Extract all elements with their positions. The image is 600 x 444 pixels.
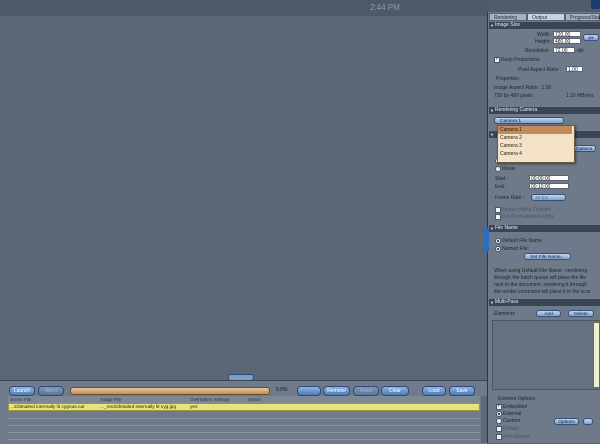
default-file-name-radio[interactable]: [495, 238, 501, 244]
add-element-button[interactable]: Add: [536, 310, 561, 317]
unit-select[interactable]: px: [583, 34, 599, 41]
abort-button[interactable]: Abort: [38, 386, 64, 396]
custom-label: Custom: [503, 418, 521, 424]
frame-rate-label: Frame Rate :: [495, 195, 525, 201]
image-mbytes: 1.32 MBytes: [566, 93, 594, 99]
section-rendering-camera[interactable]: Rendering Camera: [489, 107, 600, 114]
default-label: Default: [503, 426, 519, 432]
pixel-aspect-field[interactable]: 1.00: [566, 66, 583, 73]
element-options-button[interactable]: Options: [554, 418, 579, 425]
reset-button[interactable]: Reset: [353, 386, 379, 396]
queue-table-header: [8, 396, 480, 403]
clear-button[interactable]: Clear: [381, 386, 409, 396]
end-field[interactable]: 00:10:00: [529, 183, 569, 190]
load-button[interactable]: Load: [422, 386, 446, 396]
keep-proportions-checkbox[interactable]: [494, 56, 500, 63]
keep-proportions-label: Keep Proportions: [501, 57, 540, 63]
grid-line: [8, 432, 480, 433]
custom-radio[interactable]: [496, 418, 502, 424]
premultiplied-label: Use Premultiplied Alpha: [501, 214, 555, 220]
elements-list[interactable]: [492, 320, 600, 390]
pixel-aspect-label: Pixel Aspect Ratio :: [518, 67, 562, 73]
anti-aliased-checkbox[interactable]: [496, 434, 502, 440]
embedded-checkbox[interactable]: [496, 403, 502, 410]
default-file-name-label: Default File Name: [502, 238, 543, 244]
grid-line: [8, 425, 480, 426]
delete-element-button[interactable]: Delete: [568, 310, 594, 317]
movie-label: Movie: [502, 166, 516, 172]
camera-option-2[interactable]: Camera 2: [500, 135, 522, 141]
height-label: Height :: [535, 39, 553, 45]
image-aspect-ratio: Image Aspect Ratio : 1.50: [494, 85, 552, 91]
height-field[interactable]: 480.00: [553, 38, 581, 45]
col-image-file[interactable]: Image File: [100, 397, 121, 402]
external-radio[interactable]: [496, 411, 502, 417]
movie-radio[interactable]: [495, 166, 501, 172]
end-label: End :: [495, 184, 507, 190]
row-image-file: ..._rev2/detailed internally lit cyg.jpg: [100, 405, 176, 410]
named-file-label: Named File:: [502, 246, 529, 252]
camera-option-1[interactable]: Camera 1: [500, 127, 522, 133]
viewport-top-bar: [0, 0, 487, 16]
clock: 2:44 PM: [370, 3, 400, 12]
tab-rendering[interactable]: Rendering: [489, 13, 527, 21]
named-file-radio[interactable]: [495, 246, 501, 252]
launch-button[interactable]: Launch: [9, 386, 35, 396]
queue-blank-button[interactable]: [297, 386, 321, 396]
save-button[interactable]: Save: [449, 386, 475, 396]
pixel-dimensions: 720 by 480 pixels: [494, 93, 533, 99]
elements-label: Elements: [494, 311, 515, 317]
section-image-size[interactable]: Image Size: [489, 22, 600, 29]
grid-line: [8, 418, 480, 419]
col-scene-file[interactable]: Scene File: [10, 397, 31, 402]
camera-option-3[interactable]: Camera 3: [500, 143, 522, 149]
start-label: Start :: [495, 176, 509, 182]
external-label: External: [503, 411, 522, 417]
file-name-description: next to the document, rendering it throu…: [494, 282, 587, 288]
row-overridden: yes: [190, 405, 198, 410]
file-name-description: the render command will place it in the …: [494, 289, 591, 295]
remove-button[interactable]: Remove: [323, 386, 350, 396]
progress-percent: 0.0%: [276, 387, 288, 393]
row-scene-file: ...2/detailed internally lit cygnus.car: [10, 405, 85, 410]
width-label: Width :: [537, 32, 553, 38]
section-multi-pass[interactable]: Multi-Pass: [489, 299, 600, 306]
resolution-field[interactable]: 72.00: [553, 47, 575, 54]
resolution-unit: dpi: [577, 48, 584, 54]
section-file-name[interactable]: File Name: [489, 225, 600, 232]
col-overridden-settings[interactable]: Overridden Settings: [190, 397, 230, 402]
width-field[interactable]: 720.00: [553, 31, 581, 38]
frame-rate-select[interactable]: 30 fps: [531, 194, 566, 201]
file-name-description: When using Default File Name : rendering: [494, 268, 588, 274]
file-name-description: through the batch queue will place the f…: [494, 275, 587, 281]
grid-line: [8, 439, 480, 440]
render-alpha-label: Render Alpha Channel: [501, 207, 552, 213]
render-viewport[interactable]: [0, 0, 487, 378]
panel-close-icon[interactable]: [591, 0, 600, 9]
panel-title-bar: [487, 0, 600, 12]
camera-option-4[interactable]: Camera 4: [500, 151, 522, 157]
set-file-name-button[interactable]: Set File Name...: [524, 253, 571, 260]
frames-options-button[interactable]: Options: [572, 145, 596, 152]
anti-aliased-label: Anti-Aliased: [503, 434, 530, 440]
start-field[interactable]: 00:00:00: [529, 175, 569, 182]
tab-output[interactable]: Output: [527, 13, 565, 21]
default-checkbox[interactable]: [496, 426, 502, 432]
tab-progress-stat[interactable]: Progress/Stat: [565, 13, 600, 21]
render-progress-bar: [70, 387, 270, 395]
embedded-label: Embedded: [503, 404, 528, 410]
resolution-label: Resolution :: [525, 48, 552, 54]
properties-label: Properties: [496, 76, 519, 82]
element-options-label: Element Options: [498, 396, 535, 402]
elements-scrollbar[interactable]: [593, 322, 600, 388]
col-status[interactable]: Status: [248, 397, 261, 402]
element-options-extra-button[interactable]: [583, 418, 593, 425]
camera-select[interactable]: Camera 1: [494, 117, 564, 124]
